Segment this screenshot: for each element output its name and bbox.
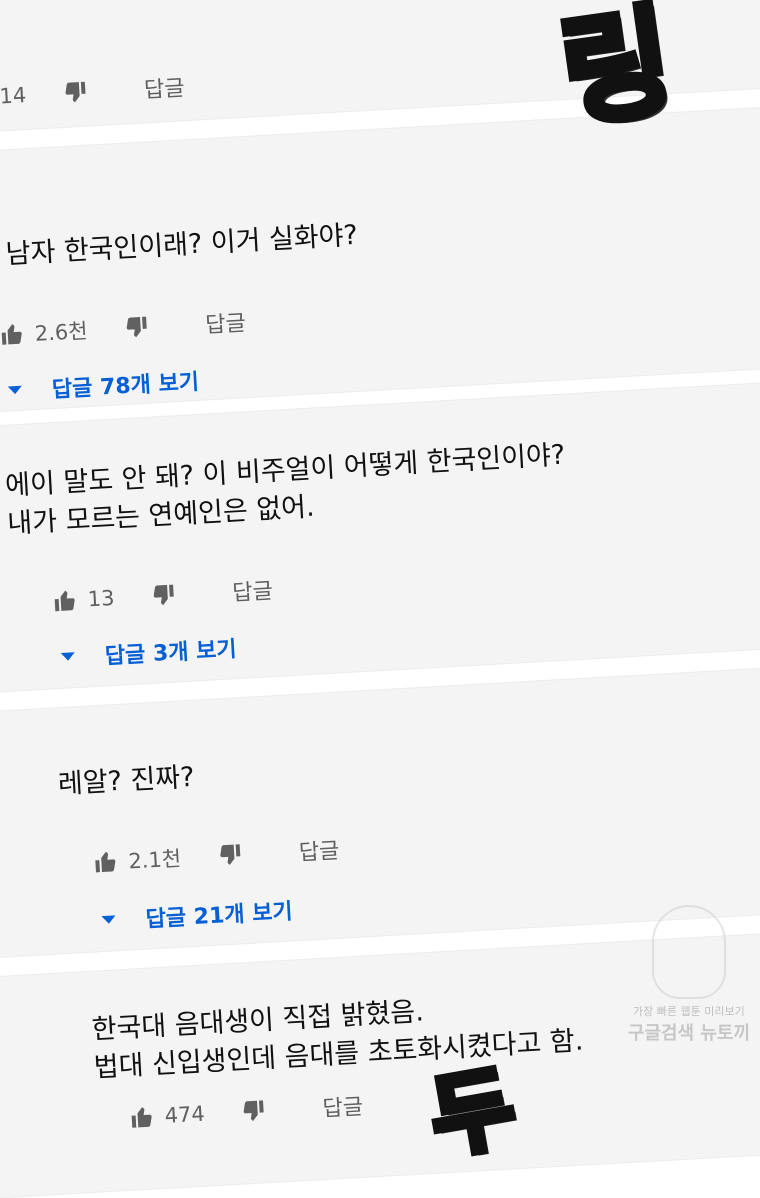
chevron-down-icon: [7, 385, 23, 395]
reply-button[interactable]: 답글: [143, 70, 185, 104]
watermark-caption: 가장 빠른 웹툰 미리보기: [633, 1005, 745, 1018]
reply-button[interactable]: 답글: [322, 1089, 364, 1123]
like-count: 2.6천: [34, 318, 89, 346]
view-replies-button[interactable]: 답글 21개 보기: [101, 893, 294, 936]
comment-actions: 13 답글: [51, 573, 274, 617]
comment-actions: 474 답글: [128, 1089, 364, 1134]
comment-text: 레알? 진짜?: [57, 761, 196, 801]
comment-text: 이 남자 한국인이래? 이거 실화야?: [0, 219, 359, 273]
reply-button[interactable]: 답글: [231, 573, 274, 607]
watermark-title: 구글검색 뉴토끼: [627, 1023, 750, 1044]
reply-button[interactable]: 답글: [298, 833, 340, 867]
comment-actions: 14 답글: [0, 70, 185, 114]
thumbs-down-icon[interactable]: [240, 1098, 267, 1123]
thumbs-down-icon[interactable]: [62, 80, 89, 105]
thumbs-up-icon[interactable]: [128, 1104, 155, 1129]
comment-card: 에이 말도 안 돼? 이 비주얼이 어떻게 한국인이야? 내가 모르는 연예인은…: [0, 379, 760, 694]
comment-card: 이 남자 한국인이래? 이거 실화야? 2.6천 답글 답글 78개 보기: [0, 104, 760, 415]
chevron-down-icon: [101, 915, 116, 925]
like-count: 474: [164, 1101, 206, 1128]
chevron-down-icon: [60, 652, 76, 661]
watermark: 가장 빠른 웹툰 미리보기 구글검색 뉴토끼: [628, 905, 750, 1045]
comment-actions: 2.6천 답글: [0, 305, 247, 351]
thumbs-up-icon[interactable]: [92, 849, 119, 874]
view-replies-label: 답글 3개 보기: [104, 637, 238, 670]
thumbs-up-icon[interactable]: [51, 588, 78, 613]
comment-text: 에이 말도 안 돼? 이 비주얼이 어떻게 한국인이야? 내가 모르는 연예인은…: [4, 439, 566, 540]
thumbs-down-icon[interactable]: [123, 315, 150, 340]
thumbs-down-icon[interactable]: [216, 842, 243, 867]
comment-actions: 2.1천 답글: [92, 833, 341, 879]
bunny-logo-icon: [651, 905, 726, 999]
like-count: 14: [0, 83, 27, 109]
comment-text: 한국대 음대생이 직접 밝혔음. 법대 신입생인데 음대를 초토화시켰다고 함.: [90, 996, 585, 1084]
view-replies-button[interactable]: 답글 3개 보기: [60, 631, 237, 673]
like-count: 2.1천: [127, 846, 182, 874]
view-replies-button[interactable]: 답글 78개 보기: [7, 364, 200, 407]
like-count: 13: [87, 585, 116, 612]
reply-button[interactable]: 답글: [204, 305, 247, 339]
view-replies-label: 답글 21개 보기: [145, 899, 294, 933]
view-replies-label: 답글 78개 보기: [51, 369, 200, 404]
thumbs-up-icon[interactable]: [0, 321, 25, 346]
thumbs-down-icon[interactable]: [150, 582, 177, 607]
